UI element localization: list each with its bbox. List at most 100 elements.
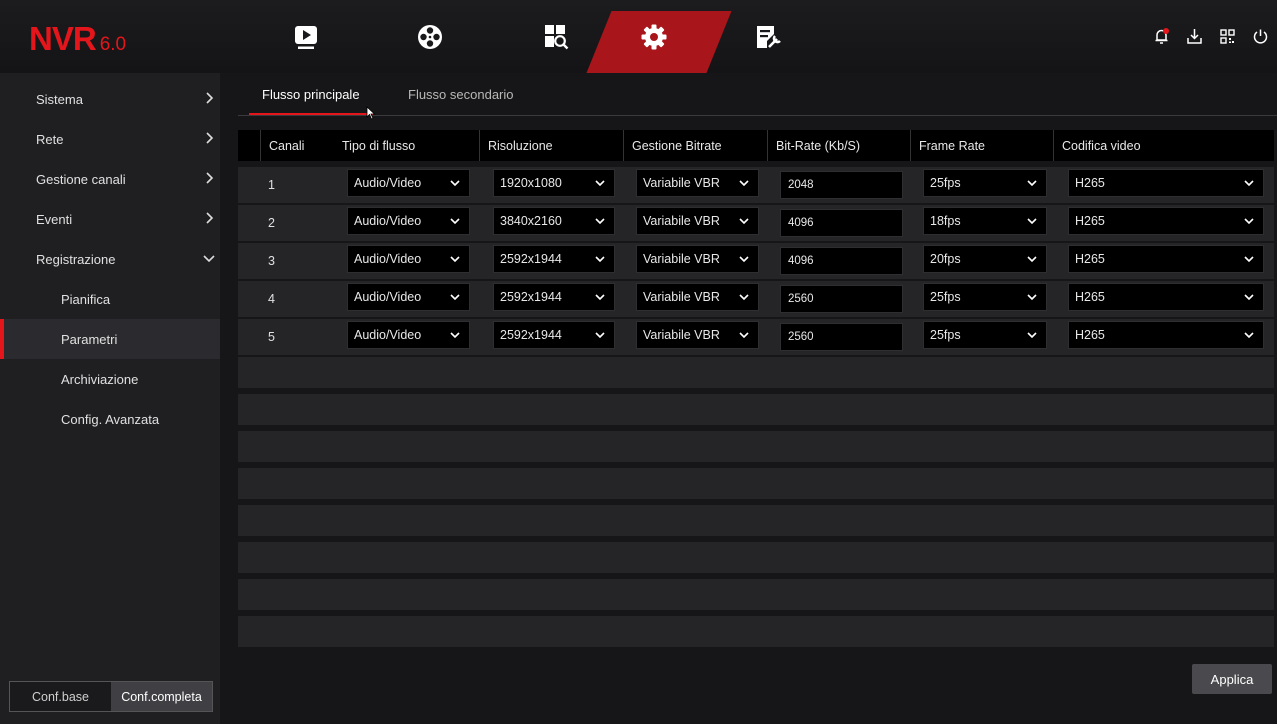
bitrate-input[interactable]: 4096: [780, 247, 903, 275]
empty-table-row: [238, 542, 1274, 573]
bitrate-input[interactable]: 4096: [780, 209, 903, 237]
chevron-down-icon: [1244, 332, 1254, 339]
resolution-select[interactable]: 2592x1944: [493, 245, 615, 273]
bell-button[interactable]: [1145, 23, 1178, 51]
chevron-down-icon: [450, 256, 460, 263]
channel-number: 2: [268, 216, 275, 230]
chevron-down-icon: [739, 256, 749, 263]
chevron-down-icon: [739, 294, 749, 301]
stream-type-select[interactable]: Audio/Video: [347, 207, 470, 235]
select-value: 25fps: [930, 176, 961, 190]
sidebar-item-parametri[interactable]: Parametri: [0, 319, 220, 359]
tab-playback[interactable]: [380, 0, 480, 73]
select-value: 20fps: [930, 252, 961, 266]
chevron-down-icon: [1027, 180, 1037, 187]
chevron-down-icon: [595, 332, 605, 339]
chevron-down-icon: [1244, 218, 1254, 225]
sidebar-item-pianifica[interactable]: Pianifica: [0, 279, 220, 319]
col-canali: Canali: [260, 130, 304, 161]
conf-base-button[interactable]: Conf.base: [10, 682, 111, 711]
stream-type-select[interactable]: Audio/Video: [347, 283, 470, 311]
sidebar-item-registrazione[interactable]: Registrazione: [0, 239, 220, 279]
sidebar-item-label: Archiviazione: [61, 371, 139, 387]
select-value: H265: [1075, 214, 1105, 228]
frame-rate-select[interactable]: 25fps: [923, 169, 1047, 197]
tab-settings[interactable]: [604, 0, 704, 73]
bitrate-mode-select[interactable]: Variabile VBR: [636, 321, 759, 349]
download-button[interactable]: [1178, 23, 1211, 51]
bitrate-input[interactable]: 2048: [780, 171, 903, 199]
apply-button[interactable]: Applica: [1192, 664, 1272, 694]
tab-flusso-principale[interactable]: Flusso principale: [249, 73, 373, 115]
chevron-right-icon: [206, 132, 214, 144]
codec-select[interactable]: H265: [1068, 207, 1264, 235]
col-gestione-bitrate: Gestione Bitrate: [623, 130, 722, 161]
document-wrench-icon: [757, 25, 781, 48]
stream-type-select[interactable]: Audio/Video: [347, 245, 470, 273]
sidebar-item-label: Registrazione: [36, 251, 116, 267]
sidebar-item-archiviazione[interactable]: Archiviazione: [0, 359, 220, 399]
stream-type-select[interactable]: Audio/Video: [347, 169, 470, 197]
resolution-select[interactable]: 3840x2160: [493, 207, 615, 235]
logo-text: NVR: [29, 20, 97, 57]
resolution-select[interactable]: 1920x1080: [493, 169, 615, 197]
chevron-down-icon: [1244, 180, 1254, 187]
chevron-down-icon: [203, 255, 215, 263]
sidebar-item-label: Parametri: [61, 331, 118, 347]
main-panel: Flusso principale Flusso secondario Cana…: [220, 73, 1277, 724]
chevron-down-icon: [1244, 294, 1254, 301]
codec-select[interactable]: H265: [1068, 245, 1264, 273]
frame-rate-select[interactable]: 20fps: [923, 245, 1047, 273]
select-value: H265: [1075, 176, 1105, 190]
bitrate-input[interactable]: 2560: [780, 285, 903, 313]
sidebar-item-config-avanzata[interactable]: Config. Avanzata: [0, 399, 220, 439]
top-bar: NVR 6.0: [0, 0, 1277, 73]
col-bitrate: Bit-Rate (Kb/S): [767, 130, 860, 161]
select-value: Audio/Video: [354, 176, 422, 190]
bitrate-mode-select[interactable]: Variabile VBR: [636, 283, 759, 311]
tab-flusso-secondario[interactable]: Flusso secondario: [408, 73, 514, 115]
select-value: 3840x2160: [500, 214, 562, 228]
chevron-down-icon: [1244, 256, 1254, 263]
bitrate-mode-select[interactable]: Variabile VBR: [636, 169, 759, 197]
bitrate-mode-select[interactable]: Variabile VBR: [636, 245, 759, 273]
chevron-down-icon: [1027, 294, 1037, 301]
stream-tabs: Flusso principale Flusso secondario: [238, 73, 1277, 120]
tab-system-info[interactable]: [718, 0, 818, 73]
chevron-down-icon: [1027, 218, 1037, 225]
bitrate-input[interactable]: 2560: [780, 323, 903, 351]
conf-completa-button[interactable]: Conf.completa: [111, 682, 212, 711]
qr-code-button[interactable]: [1211, 23, 1244, 51]
sidebar-item-sistema[interactable]: Sistema: [0, 79, 220, 119]
select-value: Audio/Video: [354, 290, 422, 304]
tab-live-view[interactable]: [256, 0, 356, 73]
power-button[interactable]: [1244, 23, 1277, 51]
frame-rate-select[interactable]: 25fps: [923, 321, 1047, 349]
sidebar-item-rete[interactable]: Rete: [0, 119, 220, 159]
qr-code-icon: [1220, 29, 1235, 44]
codec-select[interactable]: H265: [1068, 283, 1264, 311]
chevron-down-icon: [595, 218, 605, 225]
frame-rate-select[interactable]: 25fps: [923, 283, 1047, 311]
codec-select[interactable]: H265: [1068, 321, 1264, 349]
bitrate-mode-select[interactable]: Variabile VBR: [636, 207, 759, 235]
select-value: H265: [1075, 290, 1105, 304]
sidebar-item-label: Config. Avanzata: [61, 411, 160, 427]
select-value: Variabile VBR: [643, 252, 720, 266]
chevron-down-icon: [450, 218, 460, 225]
resolution-select[interactable]: 2592x1944: [493, 283, 615, 311]
codec-select[interactable]: H265: [1068, 169, 1264, 197]
select-value: 1920x1080: [500, 176, 562, 190]
select-value: Audio/Video: [354, 252, 422, 266]
select-value: Audio/Video: [354, 328, 422, 342]
resolution-select[interactable]: 2592x1944: [493, 321, 615, 349]
empty-table-row: [238, 431, 1274, 462]
select-value: 2592x1944: [500, 252, 562, 266]
stream-type-select[interactable]: Audio/Video: [347, 321, 470, 349]
sidebar-item-label: Pianifica: [61, 291, 111, 307]
sidebar-item-gestione-canali[interactable]: Gestione canali: [0, 159, 220, 199]
sidebar-item-eventi[interactable]: Eventi: [0, 199, 220, 239]
frame-rate-select[interactable]: 18fps: [923, 207, 1047, 235]
chevron-down-icon: [1027, 332, 1037, 339]
col-risoluzione: Risoluzione: [479, 130, 553, 161]
